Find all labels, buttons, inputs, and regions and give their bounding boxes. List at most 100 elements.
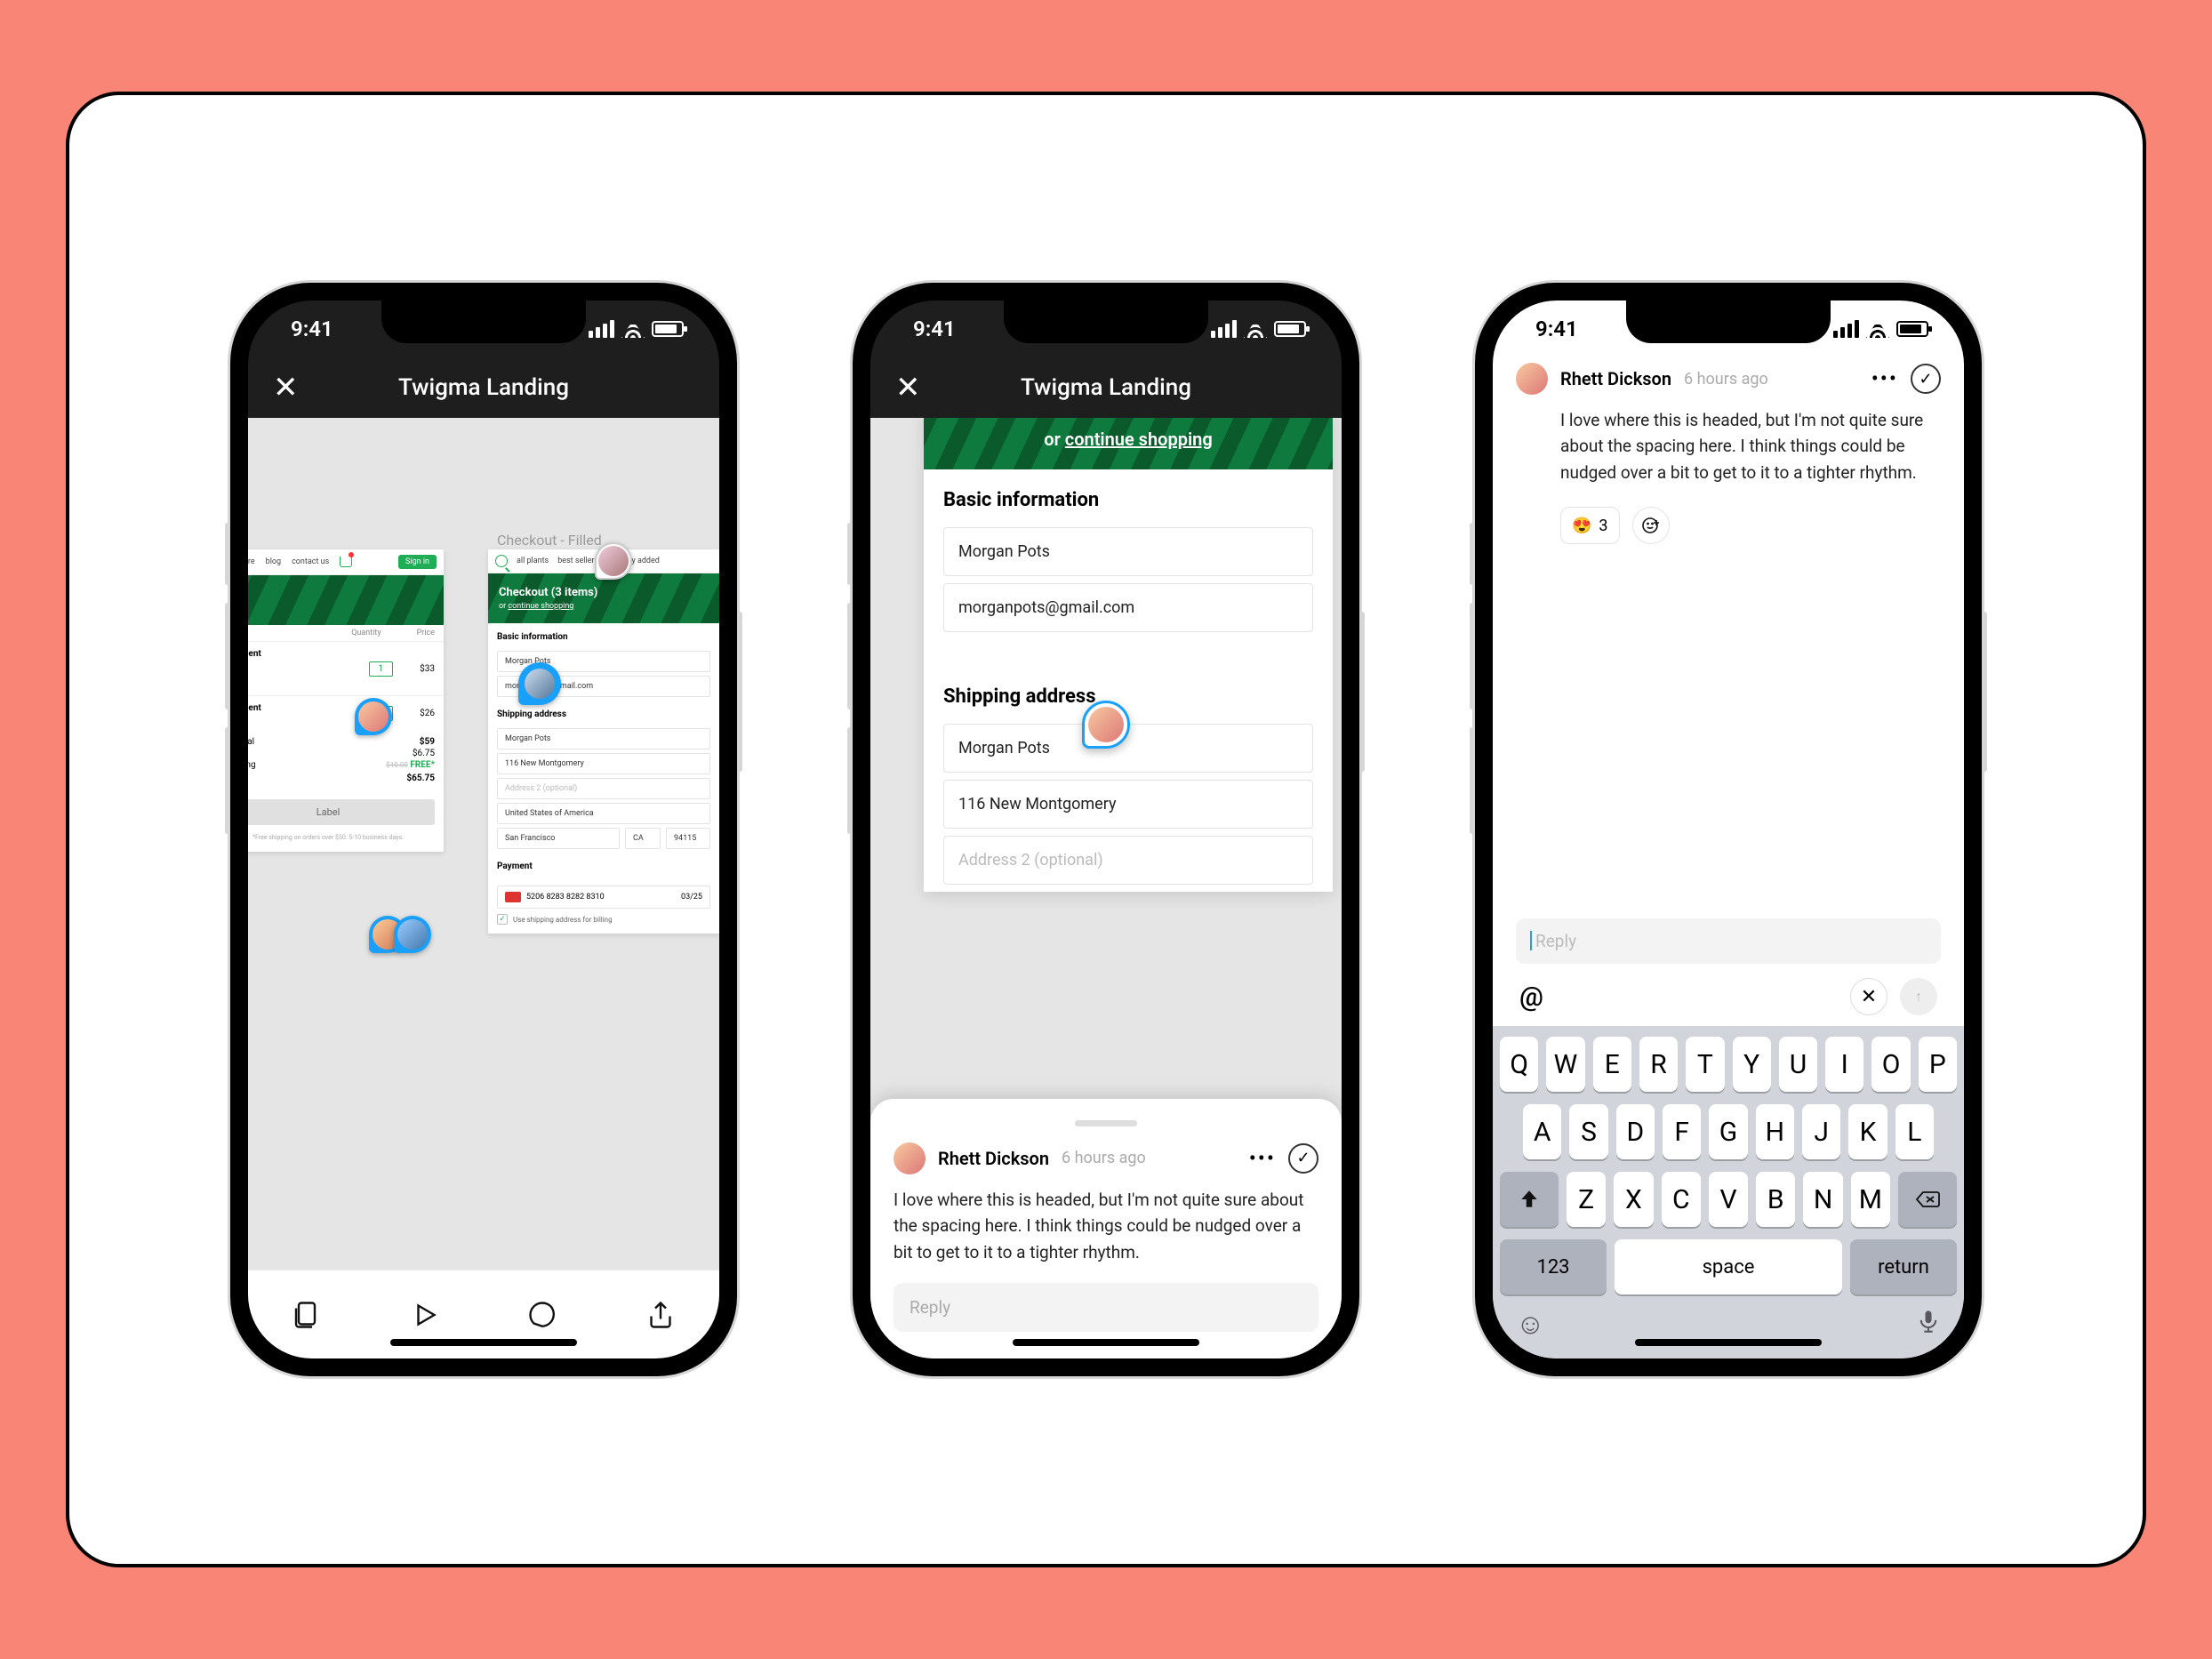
key-b[interactable]: b: [1756, 1172, 1795, 1227]
numbers-key[interactable]: 123: [1500, 1239, 1607, 1294]
key-p[interactable]: p: [1919, 1037, 1957, 1092]
close-icon[interactable]: ✕: [895, 370, 921, 405]
nav-link[interactable]: plant care: [248, 557, 255, 566]
key-y[interactable]: y: [1733, 1037, 1771, 1092]
collaborator-cursor-group[interactable]: [381, 916, 431, 953]
collaborator-cursor[interactable]: [518, 662, 561, 705]
artboard-cart[interactable]: plant care blog contact us Sign in Quant…: [248, 549, 444, 852]
key-j[interactable]: j: [1802, 1104, 1840, 1159]
collaborator-cursor[interactable]: [355, 698, 392, 735]
dictation-key[interactable]: [1916, 1307, 1941, 1342]
section-heading: Basic information: [488, 623, 719, 647]
close-icon[interactable]: ✕: [273, 370, 299, 405]
home-indicator[interactable]: [390, 1339, 577, 1346]
signal-icon: [1211, 320, 1237, 338]
nav-tab[interactable]: best sellers: [557, 557, 598, 565]
email-field[interactable]: morganpots@gmail.com: [943, 583, 1313, 632]
country-field[interactable]: United States of America: [497, 803, 710, 824]
key-i[interactable]: i: [1825, 1037, 1863, 1092]
key-s[interactable]: s: [1569, 1104, 1607, 1159]
col-price: Price: [417, 629, 435, 637]
reply-input[interactable]: Reply: [894, 1283, 1318, 1332]
hero-banner: [248, 575, 444, 625]
nav-tab[interactable]: all plants: [517, 557, 549, 565]
checkout-button[interactable]: Label: [248, 799, 435, 825]
qty-stepper[interactable]: 1: [369, 661, 394, 677]
comment-body: I love where this is headed, but I'm not…: [894, 1187, 1318, 1265]
nav-link[interactable]: contact us: [292, 557, 329, 566]
more-icon[interactable]: •••: [1249, 1146, 1276, 1171]
reply-input[interactable]: Reply: [1516, 918, 1941, 964]
billing-checkbox[interactable]: ✓Use shipping address for billing: [497, 914, 710, 925]
add-reaction-button[interactable]: [1632, 507, 1670, 544]
continue-shopping-link[interactable]: continue shopping: [508, 602, 573, 611]
key-t[interactable]: t: [1686, 1037, 1724, 1092]
home-indicator[interactable]: [1635, 1339, 1822, 1346]
play-button[interactable]: [407, 1297, 443, 1333]
send-button[interactable]: ↑: [1900, 978, 1937, 1015]
reaction-chip[interactable]: 😍 3: [1560, 507, 1620, 544]
city-field[interactable]: San Francisco: [497, 828, 620, 849]
addr1-field[interactable]: 116 New Montgomery: [943, 780, 1313, 829]
key-v[interactable]: v: [1709, 1172, 1748, 1227]
shift-key[interactable]: [1500, 1172, 1559, 1227]
key-g[interactable]: g: [1709, 1104, 1747, 1159]
design-canvas[interactable]: or continue shopping Basic information M…: [870, 418, 1342, 1358]
return-key[interactable]: return: [1850, 1239, 1957, 1294]
key-h[interactable]: h: [1756, 1104, 1794, 1159]
key-a[interactable]: a: [1523, 1104, 1561, 1159]
dismiss-button[interactable]: ✕: [1850, 978, 1887, 1015]
resolve-button[interactable]: ✓: [1911, 364, 1941, 394]
addr2-field[interactable]: Address 2 (optional): [497, 778, 710, 799]
card-field[interactable]: 5206 8283 8282 8310 03/25: [497, 886, 710, 909]
backspace-key[interactable]: [1898, 1172, 1957, 1227]
key-n[interactable]: n: [1803, 1172, 1842, 1227]
text-caret: [1530, 931, 1532, 950]
share-button[interactable]: [643, 1297, 678, 1333]
ship-name-field[interactable]: Morgan Pots: [497, 728, 710, 749]
comment-pin[interactable]: [1082, 701, 1130, 749]
cart-icon[interactable]: [340, 557, 352, 567]
continue-shopping-link[interactable]: continue shopping: [1065, 429, 1213, 450]
key-c[interactable]: c: [1662, 1172, 1701, 1227]
resolve-button[interactable]: ✓: [1288, 1143, 1318, 1174]
mention-button[interactable]: @: [1519, 982, 1543, 1013]
key-q[interactable]: q: [1500, 1037, 1538, 1092]
addr2-field[interactable]: Address 2 (optional): [943, 836, 1313, 885]
drag-handle[interactable]: [1075, 1120, 1137, 1126]
nav-link[interactable]: blog: [266, 557, 281, 566]
key-f[interactable]: f: [1663, 1104, 1701, 1159]
home-indicator[interactable]: [1013, 1339, 1199, 1346]
key-w[interactable]: w: [1546, 1037, 1584, 1092]
space-key[interactable]: space: [1615, 1239, 1842, 1294]
signal-icon: [1833, 320, 1859, 338]
state-field[interactable]: CA: [625, 828, 661, 849]
comment-time: 6 hours ago: [1684, 370, 1768, 389]
addr1-field[interactable]: 116 New Montgomery: [497, 753, 710, 774]
key-r[interactable]: r: [1639, 1037, 1678, 1092]
comment-button[interactable]: [525, 1297, 560, 1333]
artboard-checkout[interactable]: all plants best sellers recently added C…: [488, 549, 719, 934]
key-u[interactable]: u: [1779, 1037, 1817, 1092]
design-canvas[interactable]: Checkout - Filled plant care blog contac…: [248, 418, 719, 1270]
pages-button[interactable]: [289, 1297, 325, 1333]
search-icon[interactable]: [495, 555, 508, 567]
phone-mock-2: 9:41 ✕ Twigma Landing or continue shoppi…: [853, 283, 1359, 1376]
key-d[interactable]: d: [1616, 1104, 1655, 1159]
name-field[interactable]: Morgan Pots: [943, 527, 1313, 576]
zip-field[interactable]: 94115: [666, 828, 710, 849]
artboard-checkout-zoom[interactable]: or continue shopping Basic information M…: [924, 418, 1333, 892]
signin-button[interactable]: Sign in: [398, 555, 437, 569]
collaborator-cursor[interactable]: [595, 542, 632, 580]
key-l[interactable]: l: [1895, 1104, 1934, 1159]
key-e[interactable]: e: [1593, 1037, 1631, 1092]
status-time: 9:41: [1535, 317, 1578, 341]
more-icon[interactable]: •••: [1871, 366, 1898, 391]
key-z[interactable]: z: [1567, 1172, 1606, 1227]
key-m[interactable]: m: [1851, 1172, 1890, 1227]
key-x[interactable]: x: [1614, 1172, 1653, 1227]
wifi-icon: [621, 320, 645, 338]
key-k[interactable]: k: [1848, 1104, 1887, 1159]
key-o[interactable]: o: [1871, 1037, 1910, 1092]
emoji-key[interactable]: ☺: [1516, 1307, 1545, 1342]
